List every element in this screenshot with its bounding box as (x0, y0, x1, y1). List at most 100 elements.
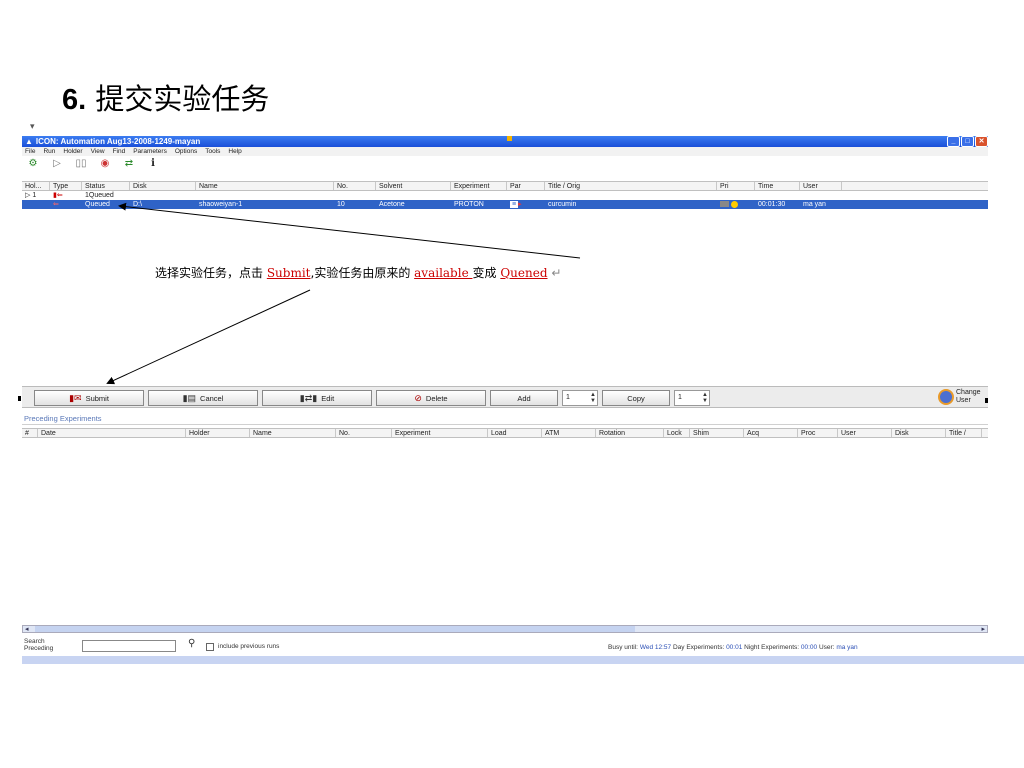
pcol-name[interactable]: Name (250, 429, 336, 437)
include-previous-checkbox[interactable] (206, 643, 214, 651)
col-disk[interactable]: Disk (130, 182, 196, 190)
window-title: ICON: Automation Aug13-2008-1249-mayan (35, 137, 201, 146)
close-icon[interactable]: ✕ (975, 136, 988, 147)
row-user: ma yan (803, 201, 826, 208)
menu-parameters[interactable]: Parameters (133, 147, 167, 156)
pcol-proc[interactable]: Proc (798, 429, 838, 437)
menu-run[interactable]: Run (43, 147, 55, 156)
slide-title: 6. 提交实验任务 (62, 76, 269, 118)
titlebar-marker (507, 136, 512, 141)
stepper-arrows-icon[interactable]: ▲ ▼ (590, 392, 596, 404)
day-experiments-value: 00:01 (726, 644, 743, 651)
row-name: shaoweiyan-1 (199, 201, 243, 208)
col-no[interactable]: No. (334, 182, 376, 190)
pcol-date[interactable]: Date (38, 429, 186, 437)
pcol-disk[interactable]: Disk (892, 429, 946, 437)
submit-button[interactable]: ▮✉ Submit (34, 390, 144, 406)
col-par[interactable]: Par (507, 182, 545, 190)
col-pri[interactable]: Pri (717, 182, 755, 190)
pause-icon[interactable]: ▯▯ (74, 158, 88, 169)
delete-button[interactable]: ⊘ Delete (376, 390, 486, 406)
pcol-acq[interactable]: Acq (744, 429, 798, 437)
pcol-experiment[interactable]: Experiment (392, 429, 488, 437)
col-status[interactable]: Status (82, 182, 130, 190)
queue-group-row[interactable]: ▷ 1 ▮⇐ 1Queued (22, 191, 988, 200)
queue-table: Hol... Type Status Disk Name No. Solvent… (22, 181, 988, 381)
priority-icon (717, 200, 755, 209)
menu-tools[interactable]: Tools (205, 147, 220, 156)
col-holder[interactable]: Hol... (22, 182, 50, 190)
minimize-icon[interactable]: _ (947, 136, 960, 147)
status-bar: Search Preceding ⚲ include previous runs… (22, 636, 988, 656)
icon-window: ▲ ICON: Automation Aug13-2008-1249-mayan… (22, 136, 988, 656)
pcol-atm[interactable]: ATM (542, 429, 596, 437)
annotation-submit: Submit (266, 266, 311, 280)
menu-find[interactable]: Find (113, 147, 126, 156)
pcol-load[interactable]: Load (488, 429, 542, 437)
user-icon (938, 389, 954, 405)
add-count-stepper[interactable]: 1 ▲ ▼ (562, 390, 598, 406)
col-user[interactable]: User (800, 182, 842, 190)
edit-icon: ▮⇄▮ (299, 392, 318, 403)
window-titlebar[interactable]: ▲ ICON: Automation Aug13-2008-1249-mayan… (22, 136, 988, 147)
swap-icon[interactable]: ⇄ (122, 158, 136, 169)
col-type[interactable]: Type (50, 182, 82, 190)
scrollbar-thumb[interactable] (35, 626, 635, 632)
copy-count-stepper[interactable]: 1 ▲ ▼ (674, 390, 710, 406)
queue-row-selected[interactable]: ⇐ Queued D:\ shaoweiyan-1 10 Acetone PRO… (22, 200, 988, 209)
col-time[interactable]: Time (755, 182, 800, 190)
cancel-button[interactable]: ▮▤ Cancel (148, 390, 258, 406)
group-expander[interactable]: ▷ 1 (22, 191, 50, 200)
add-button[interactable]: Add (490, 390, 558, 406)
stop-icon[interactable]: ◉ (98, 158, 112, 169)
info-icon[interactable]: i (146, 158, 160, 169)
row-solvent: Acetone (379, 201, 405, 208)
col-name[interactable]: Name (196, 182, 334, 190)
toolbar: ⚙ ▷ ▯▯ ◉ ⇄ i (22, 156, 988, 170)
row-no: 10 (337, 201, 345, 208)
gear-icon[interactable]: ⚙ (26, 158, 40, 169)
pcol-holder[interactable]: Holder (186, 429, 250, 437)
pcol-lock[interactable]: Lock (664, 429, 690, 437)
col-title[interactable]: Title / Orig (545, 182, 717, 190)
preceding-table: # Date Holder Name No. Experiment Load A… (22, 428, 988, 624)
menu-help[interactable]: Help (228, 147, 241, 156)
col-experiment[interactable]: Experiment (451, 182, 507, 190)
slide-heading: 提交实验任务 (95, 82, 270, 116)
app-icon: ▲ (25, 137, 33, 146)
pcol-rotation[interactable]: Rotation (596, 429, 664, 437)
night-experiments-value: 00:00 (800, 644, 818, 651)
pcol-no[interactable]: No. (336, 429, 392, 437)
change-user-button[interactable]: Change User (938, 389, 986, 405)
right-marker (985, 398, 988, 403)
search-icon[interactable]: ⚲ (188, 638, 195, 649)
small-mark: ▾ (30, 122, 35, 132)
row-experiment: PROTON (454, 201, 484, 208)
menu-holder[interactable]: Holder (63, 147, 82, 156)
scroll-right-icon[interactable]: ▸ (981, 625, 985, 633)
stepper-arrows-icon[interactable]: ▲ ▼ (702, 392, 708, 404)
pcol-title[interactable]: Title / (946, 429, 982, 437)
menu-view[interactable]: View (91, 147, 105, 156)
scroll-left-icon[interactable]: ◂ (25, 625, 29, 633)
pcol-user[interactable]: User (838, 429, 892, 437)
row-title: curcumin (548, 201, 577, 208)
cancel-icon: ▮▤ (182, 392, 197, 403)
bottom-divider (22, 656, 1024, 664)
menu-options[interactable]: Options (175, 147, 197, 156)
copy-button[interactable]: Copy (602, 390, 670, 406)
horizontal-scrollbar[interactable]: ◂ ▸ (22, 625, 988, 633)
row-time: 00:01:30 (758, 201, 786, 208)
status-summary: Busy until: Wed 12:57 Day Experiments: 0… (608, 644, 858, 651)
pcol-shim[interactable]: Shim (690, 429, 744, 437)
menu-file[interactable]: File (25, 147, 35, 156)
play-icon[interactable]: ▷ (50, 158, 64, 169)
par-icon[interactable]: ≡ ▸ (507, 200, 545, 209)
maximize-icon[interactable]: □ (961, 136, 974, 147)
row-type-icon: ⇐ (53, 201, 59, 208)
edit-button[interactable]: ▮⇄▮ Edit (262, 390, 372, 406)
group-status: 1Queued (85, 192, 114, 199)
search-input[interactable] (82, 640, 176, 652)
col-solvent[interactable]: Solvent (376, 182, 451, 190)
pcol-index[interactable]: # (22, 429, 38, 437)
